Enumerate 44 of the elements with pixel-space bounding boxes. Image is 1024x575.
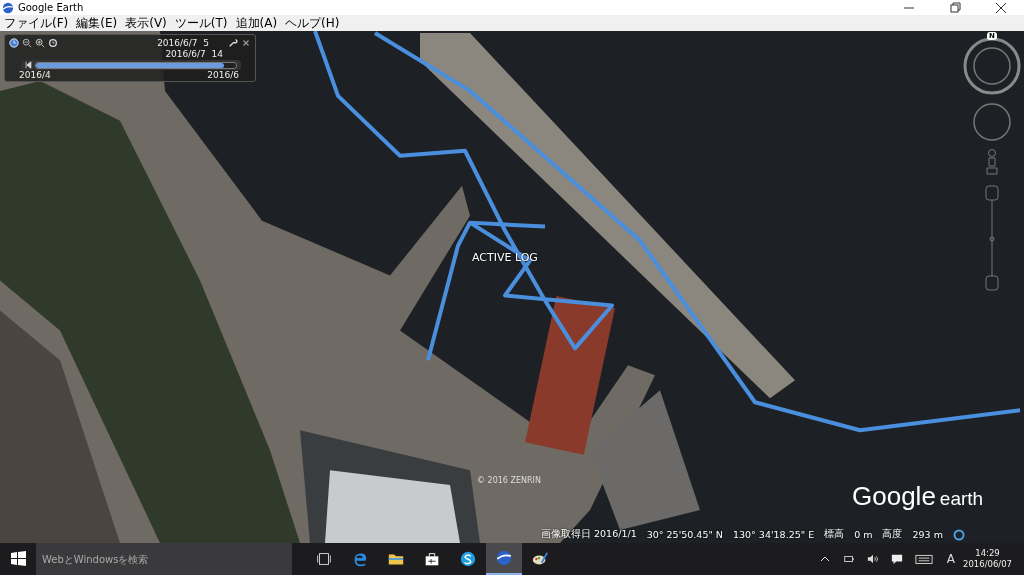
menu-item[interactable]: ヘルプ(H) (281, 14, 344, 32)
speaker-icon[interactable] (866, 553, 879, 565)
clock-icon[interactable] (48, 38, 58, 48)
compass-icon[interactable] (962, 36, 1022, 96)
clock[interactable]: 14:29 2016/06/07 (963, 548, 1012, 570)
keyboard-icon[interactable] (914, 553, 933, 565)
latitude-text: 30° 25'50.45" N (646, 529, 723, 540)
pegman-icon[interactable] (985, 148, 999, 178)
zoom-in-icon[interactable] (35, 38, 45, 48)
time-slider[interactable] (35, 61, 237, 69)
task-view-icon (315, 550, 333, 568)
input-mode-indicator[interactable]: A (946, 552, 955, 566)
range-start-label: 2016/4 (19, 70, 51, 80)
skype-icon (459, 550, 477, 568)
menu-item[interactable]: 表示(V) (121, 14, 171, 32)
menu-item[interactable]: ファイル(F) (0, 14, 73, 32)
globe-icon (495, 549, 513, 567)
skip-start-icon[interactable] (25, 61, 32, 69)
streaming-indicator-icon (952, 528, 965, 541)
menu-item[interactable]: 編集(E) (72, 14, 122, 32)
longitude-text: 130° 34'18.25" E (732, 529, 815, 540)
altitude-label: 高度 (882, 528, 903, 541)
menu-item[interactable]: 追加(A) (231, 14, 282, 32)
zoom-slider-icon[interactable] (982, 184, 1002, 294)
search-field[interactable]: WebとWindowsを検索 (36, 543, 292, 575)
altitude-value: 293 m (912, 529, 943, 540)
logo-text: earth (939, 488, 984, 510)
battery-icon[interactable] (842, 553, 855, 565)
logo-text: Google (852, 481, 936, 512)
elevation-value: 0 m (854, 529, 873, 540)
end-time-text: 2016/6/7 14 (165, 49, 223, 59)
zoom-out-icon[interactable] (22, 38, 32, 48)
elevation-label: 標高 (824, 528, 845, 541)
start-time-text: 2016/6/7 5 (157, 38, 209, 48)
imagery-date-text: 画像取得日 2016/1/1 (541, 528, 637, 541)
message-icon[interactable] (890, 553, 903, 565)
menu-item[interactable]: ツール(T) (170, 14, 232, 32)
window-title: Google Earth (18, 2, 84, 13)
range-end-label: 2016/6 (207, 70, 239, 80)
look-joystick-icon[interactable] (972, 102, 1012, 142)
wrench-icon[interactable] (228, 38, 238, 48)
copyright-text: © 2016 ZENRIN (477, 476, 541, 485)
track-label: ACTIVE LOG (472, 251, 538, 264)
close-icon[interactable] (241, 38, 251, 48)
